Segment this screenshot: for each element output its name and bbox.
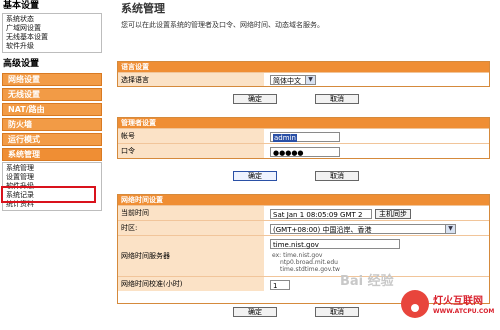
ntp-server-hint-3: time.stdtime.gov.tw bbox=[280, 266, 340, 273]
admin-section-title: 管理者设置 bbox=[118, 118, 489, 128]
advanced-settings-heading: 高级设置 bbox=[3, 59, 40, 69]
account-input[interactable]: admin bbox=[270, 132, 340, 142]
admin-section: 管理者设置 帐号 admin 口令 ●●●●● bbox=[117, 117, 490, 159]
timezone-select-value: (GMT+08:00) 中国沿岸、香港 bbox=[273, 226, 372, 234]
current-time-field: Sat Jan 1 08:05:09 GMT 2 bbox=[270, 209, 372, 219]
ntp-section-title: 网络时间设置 bbox=[118, 195, 489, 205]
sidebar-item-wan-settings[interactable]: 广域网设置 bbox=[3, 24, 101, 33]
password-label: 口令 bbox=[118, 144, 264, 158]
basic-settings-heading: 基本设置 bbox=[3, 1, 40, 11]
page-title: 系统管理 bbox=[121, 2, 165, 15]
language-select-value: 简体中文 bbox=[273, 77, 301, 85]
ntp-server-value: time.nist.gov bbox=[273, 241, 319, 249]
language-label: 选择语言 bbox=[118, 73, 264, 86]
language-apply-button[interactable]: 确定 bbox=[233, 94, 277, 104]
watermark-title: 灯火互联网 bbox=[433, 296, 483, 307]
timezone-label: 时区: bbox=[118, 221, 264, 235]
sidebar-item-system-admin[interactable]: 系统管理 bbox=[3, 164, 101, 173]
sidebar-item-firewall[interactable]: 防火墙 bbox=[2, 118, 102, 131]
sync-interval-value: 1 bbox=[273, 282, 278, 290]
watermark-url: WWW.ATCPU.COM bbox=[433, 308, 495, 315]
sidebar-item-network[interactable]: 网络设置 bbox=[2, 73, 102, 86]
sync-interval-input[interactable]: 1 bbox=[270, 280, 290, 290]
main-content: 系统管理 您可以在此设置系统的管理者及口令、网络时间、动态域名服务。 语言设置 … bbox=[115, 0, 495, 330]
baidu-watermark: Bai 经验 bbox=[340, 274, 394, 289]
current-time-row: 当前时间 Sat Jan 1 08:05:09 GMT 2 主机同步 bbox=[118, 205, 489, 220]
chevron-down-icon: ▼ bbox=[305, 76, 315, 84]
sidebar-item-wireless[interactable]: 无线设置 bbox=[2, 88, 102, 101]
sidebar-item-settings-management[interactable]: 设置管理 bbox=[3, 173, 101, 182]
account-input-value: admin bbox=[273, 134, 297, 142]
admin-apply-button[interactable]: 确定 bbox=[233, 171, 277, 181]
password-input[interactable]: ●●●●● bbox=[270, 147, 340, 157]
sidebar-item-operation-mode[interactable]: 运行模式 bbox=[2, 133, 102, 146]
chevron-down-icon: ▼ bbox=[445, 225, 455, 233]
ntp-server-label: 网络时间服务器 bbox=[118, 236, 264, 276]
sidebar: 基本设置 系统状态 广域网设置 无线基本设置 软件升级 高级设置 网络设置 无线… bbox=[0, 0, 104, 330]
admin-cancel-button[interactable]: 取消 bbox=[315, 171, 359, 181]
site-watermark: 灯火互联网 WWW.ATCPU.COM bbox=[401, 286, 496, 326]
password-input-value: ●●●●● bbox=[273, 149, 304, 157]
language-cancel-button[interactable]: 取消 bbox=[315, 94, 359, 104]
password-row: 口令 ●●●●● bbox=[118, 143, 489, 158]
sidebar-item-firmware-upgrade[interactable]: 软件升级 bbox=[3, 42, 101, 51]
ntp-cancel-button[interactable]: 取消 bbox=[315, 307, 359, 317]
sidebar-item-nat-routing[interactable]: NAT/路由 bbox=[2, 103, 102, 116]
sync-interval-label: 网络时间校准(小时) bbox=[118, 277, 264, 291]
language-row: 选择语言 简体中文 ▼ bbox=[118, 72, 489, 86]
host-sync-button[interactable]: 主机同步 bbox=[375, 209, 411, 219]
account-row: 帐号 admin bbox=[118, 128, 489, 143]
sidebar-item-system-status[interactable]: 系统状态 bbox=[3, 15, 101, 24]
page-description: 您可以在此设置系统的管理者及口令、网络时间、动态域名服务。 bbox=[121, 21, 324, 29]
ntp-server-input[interactable]: time.nist.gov bbox=[270, 239, 400, 249]
ntp-server-hint-2: ntp0.broad.mit.edu bbox=[280, 259, 338, 266]
flame-logo-icon bbox=[401, 290, 429, 318]
account-label: 帐号 bbox=[118, 129, 264, 143]
language-section-title: 语言设置 bbox=[118, 62, 489, 72]
language-select[interactable]: 简体中文 ▼ bbox=[270, 75, 316, 85]
current-time-label: 当前时间 bbox=[118, 206, 264, 220]
ntp-apply-button[interactable]: 确定 bbox=[233, 307, 277, 317]
current-time-value: Sat Jan 1 08:05:09 GMT 2 bbox=[273, 211, 363, 219]
timezone-row: 时区: (GMT+08:00) 中国沿岸、香港 ▼ bbox=[118, 220, 489, 235]
sidebar-item-wireless-basic[interactable]: 无线基本设置 bbox=[3, 33, 101, 42]
ntp-server-hint-1: ex: time.nist.gov bbox=[272, 252, 323, 259]
ntp-server-row: 网络时间服务器 time.nist.gov ex: time.nist.gov … bbox=[118, 235, 489, 276]
language-section: 语言设置 选择语言 简体中文 ▼ bbox=[117, 61, 490, 87]
highlight-box bbox=[1, 186, 96, 203]
basic-settings-list: 系统状态 广域网设置 无线基本设置 软件升级 bbox=[2, 13, 102, 53]
timezone-select[interactable]: (GMT+08:00) 中国沿岸、香港 ▼ bbox=[270, 224, 456, 234]
sidebar-item-system-management[interactable]: 系统管理 bbox=[2, 148, 102, 161]
